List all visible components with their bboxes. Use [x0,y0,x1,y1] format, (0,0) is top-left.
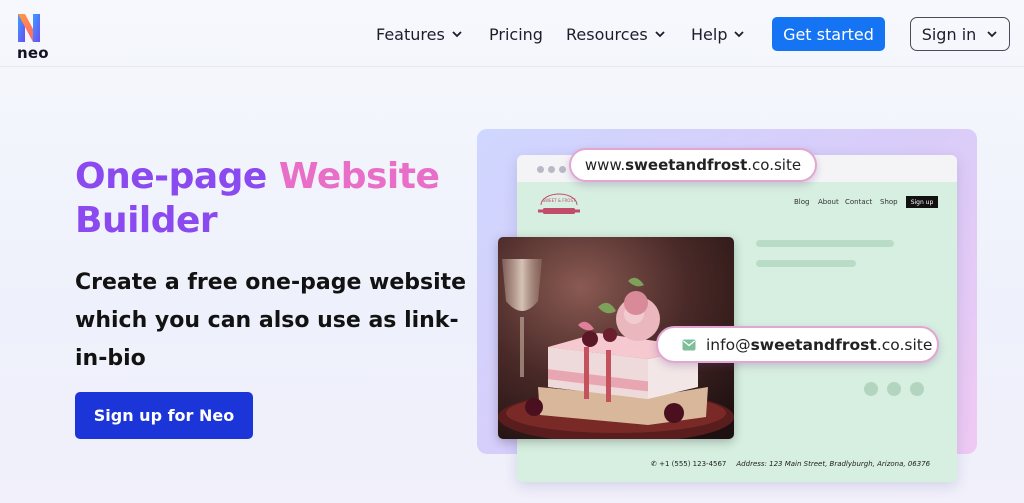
text-placeholder-line [756,240,894,247]
site-footer-info: ✆ +1 (555) 123-4567 Address: 123 Main St… [651,460,930,468]
pinterest-icon[interactable] [887,382,901,396]
hero-title: One-page Website Builder [75,155,475,243]
nav-features-label: Features [376,24,445,44]
phone-number: +1 (555) 123-4567 [659,460,727,468]
hero-title-part2: Website [278,156,440,197]
nav-features[interactable]: Features [376,17,463,51]
hero-title-part3: Builder [75,200,218,241]
header-divider [0,66,1024,67]
instagram-icon[interactable] [910,382,924,396]
get-started-button[interactable]: Get started [772,17,885,51]
nav-pricing-label: Pricing [489,24,543,44]
address-text: Address: 123 Main Street, Bradlyburgh, A… [736,460,931,468]
email-pill: info@sweetandfrost.co.site [656,326,939,363]
url-suffix: .co.site [747,156,802,174]
chevron-down-icon [987,31,997,38]
hero-title-part1: One-page [75,156,267,197]
url-prefix: www. [584,156,626,174]
chevron-down-icon [655,31,665,38]
text-placeholder-line [756,260,856,267]
sign-in-button[interactable]: Sign in [910,17,1010,51]
chevron-down-icon [452,31,462,38]
phone-text: ✆ +1 (555) 123-4567 [651,460,727,468]
facebook-icon[interactable] [864,382,878,396]
sign-in-label: Sign in [921,24,977,44]
nav-pricing[interactable]: Pricing [489,17,543,51]
site-logo-icon: SWEET & FROST [538,193,580,214]
email-domain: sweetandfrost [750,335,877,354]
email-suffix: .co.site [876,335,933,354]
site-nav-contact[interactable]: Contact [845,198,872,206]
nav-help[interactable]: Help [691,17,745,51]
nav-resources[interactable]: Resources [566,17,666,51]
url-domain: sweetandfrost [625,156,748,174]
nav-resources-label: Resources [566,24,648,44]
hero-subtitle: Create a free one-page website which you… [75,270,467,371]
site-logo-text: SWEET & FROST [543,198,576,203]
window-dot [537,166,544,173]
window-dot [548,166,555,173]
logo-wordmark: neo [17,44,49,62]
site-nav-blog[interactable]: Blog [794,198,809,206]
website-url-pill: www. sweetandfrost .co.site [569,148,817,182]
site-nav-shop[interactable]: Shop [880,198,898,206]
window-dot [559,166,566,173]
chevron-down-icon [734,31,745,38]
sign-up-button[interactable]: Sign up for Neo [75,392,253,439]
nav-help-label: Help [691,24,728,44]
site-signup-button[interactable]: Sign up [906,196,938,208]
site-nav-about[interactable]: About [818,198,839,206]
mail-icon [682,339,696,350]
email-prefix: info@ [706,335,751,354]
